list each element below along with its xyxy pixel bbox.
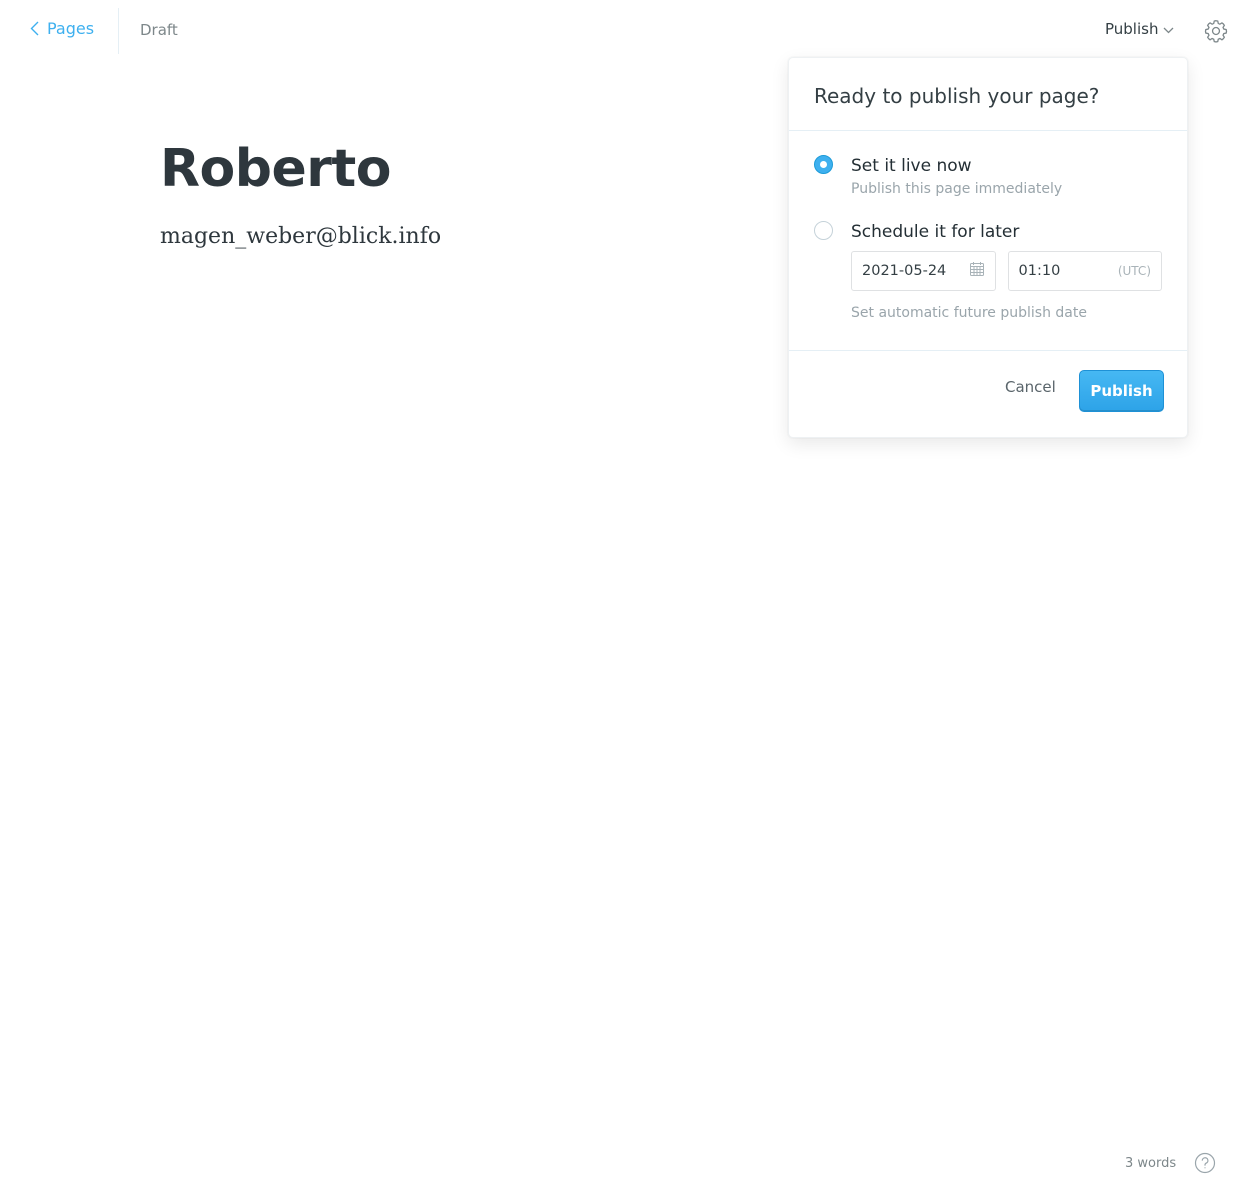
schedule-inputs: 2021-05-24 01:10 (UTC): [851, 251, 1162, 291]
chevron-down-icon: [1163, 20, 1174, 38]
option-title: Set it live now: [851, 156, 972, 176]
gear-icon: [1203, 20, 1229, 48]
help-button[interactable]: [1194, 1152, 1216, 1174]
word-count: 3 words: [1125, 1156, 1177, 1171]
timezone-label: (UTC): [1117, 264, 1151, 278]
post-status: Draft: [140, 21, 178, 39]
publish-dropdown-heading: Ready to publish your page?: [789, 58, 1187, 131]
publish-dropdown: Ready to publish your page? Set it live …: [788, 57, 1188, 438]
cancel-button[interactable]: Cancel: [1005, 375, 1056, 399]
chevron-left-icon: [30, 21, 39, 36]
back-link-label: Pages: [47, 19, 95, 38]
post-body[interactable]: magen_weber@blick.info: [160, 224, 760, 249]
post-title[interactable]: Roberto: [160, 138, 760, 200]
schedule-hint: Set automatic future publish date: [851, 305, 1087, 321]
publish-options: Set it live now Publish this page immedi…: [789, 131, 1187, 351]
option-schedule-later[interactable]: Schedule it for later 2021-05-24 01:10 (…: [814, 221, 1162, 321]
topbar-divider: [118, 8, 119, 54]
schedule-later-radio[interactable]: [814, 221, 833, 240]
schedule-time-value: 01:10: [1018, 263, 1061, 279]
publish-button[interactable]: Publish: [1079, 370, 1164, 412]
question-circle-icon: [1194, 1152, 1216, 1178]
publish-menu-trigger[interactable]: Publish: [1105, 20, 1174, 38]
editor: Roberto magen_weber@blick.info: [160, 138, 760, 249]
option-description: Publish this page immediately: [851, 181, 1063, 197]
top-bar: Pages Draft Publish: [0, 0, 1245, 62]
option-title: Schedule it for later: [851, 222, 1020, 242]
publish-dropdown-footer: Cancel Publish: [789, 351, 1187, 438]
calendar-icon: [969, 261, 985, 281]
schedule-date-input[interactable]: 2021-05-24: [851, 251, 996, 291]
publish-now-radio[interactable]: [814, 155, 833, 174]
settings-button[interactable]: [1203, 18, 1229, 44]
schedule-time-input[interactable]: 01:10 (UTC): [1007, 251, 1162, 291]
option-publish-now[interactable]: Set it live now Publish this page immedi…: [814, 155, 1162, 197]
publish-menu-label: Publish: [1105, 20, 1159, 38]
back-to-pages-link[interactable]: Pages: [30, 19, 94, 38]
schedule-date-value: 2021-05-24: [862, 263, 947, 279]
